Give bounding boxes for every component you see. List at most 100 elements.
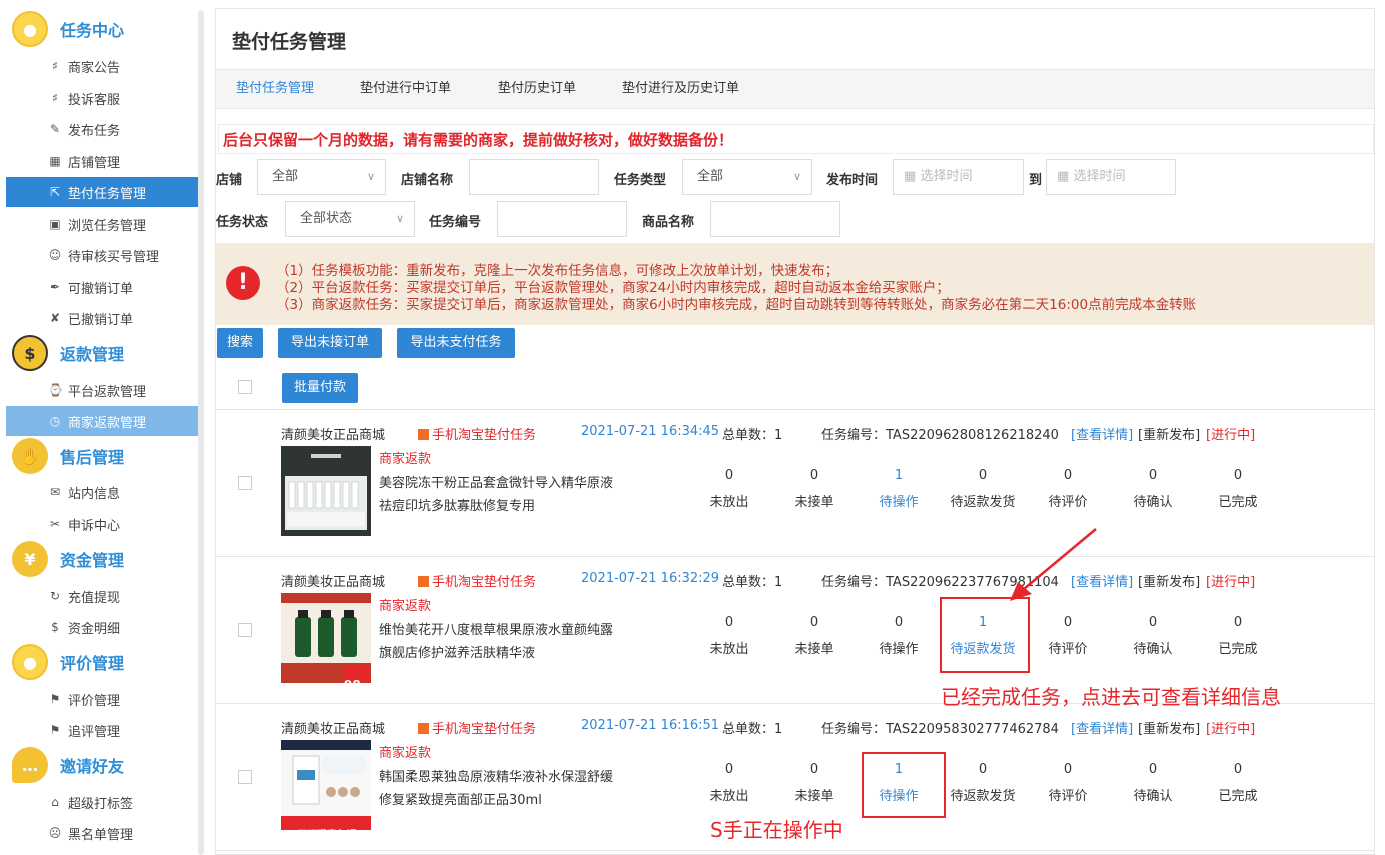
page-title: 垫付任务管理: [232, 31, 347, 53]
clock-icon: ◷: [49, 414, 61, 428]
sidebar-item-review-mgmt[interactable]: ⚑ 评价管理: [6, 684, 198, 714]
stat-unreleased: 0 未放出: [687, 615, 771, 657]
task-status-select-value: 全部状态: [300, 211, 353, 226]
status-badge: [进行中]: [1206, 428, 1256, 443]
sidebar-item-label: 黑名单管理: [68, 827, 134, 843]
sidebar-item-pending-accounts[interactable]: ☺ 待审核买号管理: [6, 240, 198, 270]
product-name-input[interactable]: [710, 201, 840, 237]
scissors-icon: ✂: [49, 517, 61, 531]
republish-link[interactable]: [重新发布]: [1138, 424, 1200, 443]
dollar-coin-icon: $: [12, 335, 48, 371]
view-detail-link[interactable]: [查看详情]: [1071, 718, 1133, 737]
stat-value: 0: [809, 468, 819, 483]
end-time-input[interactable]: ▦ 选择时间: [1046, 159, 1176, 195]
tab-prepaid-ongoing[interactable]: 垫付进行中订单: [360, 70, 451, 108]
taobao-icon: [418, 429, 429, 440]
sidebar-item-merchant-refund[interactable]: ◷ 商家返款管理: [6, 406, 198, 436]
sidebar-item-super-tag[interactable]: ⌂ 超级打标签: [6, 787, 198, 817]
sidebar-item-complaint[interactable]: ♯ 投诉客服: [6, 83, 198, 113]
section-aftersale[interactable]: ✋ 售后管理: [0, 438, 198, 474]
republish-link[interactable]: [重新发布]: [1138, 718, 1200, 737]
task-type: 手机淘宝垫付任务: [418, 424, 536, 443]
refund-type: 商家返款: [379, 599, 432, 614]
chat-bubble-icon: …: [12, 747, 48, 783]
end-time-placeholder: 选择时间: [1073, 169, 1126, 184]
sidebar-item-browse-tasks[interactable]: ▣ 浏览任务管理: [6, 209, 198, 239]
image-promo-badge: 30天不满意包退: [283, 830, 357, 841]
batch-pay-button[interactable]: 批量付款: [282, 373, 358, 403]
order-date: 2021-07-21 16:32:29: [581, 571, 720, 586]
order-date: 2021-07-21 16:16:51: [581, 718, 720, 733]
export-unaccepted-button[interactable]: 导出未接订单: [278, 328, 382, 358]
stat-value: 0: [809, 762, 819, 777]
order-checkbox[interactable]: [238, 623, 252, 637]
task-type-select[interactable]: 全部 ∨: [682, 159, 812, 195]
task-no-label: 任务编号: [429, 215, 482, 230]
stat-value: 0: [1233, 762, 1243, 777]
task-status-select[interactable]: 全部状态 ∨: [285, 201, 415, 237]
sidebar-item-revoked[interactable]: ✘ 已撤销订单: [6, 303, 198, 333]
stat-label: 未接单: [794, 789, 834, 804]
section-title: 售后管理: [60, 448, 125, 467]
product-name-line1: 美容院冻干粉正品套盒微针导入精华原液: [379, 476, 614, 491]
stat-pending-operation[interactable]: 1 待操作: [857, 468, 941, 510]
section-review[interactable]: ● 评价管理: [0, 644, 198, 680]
republish-link[interactable]: [重新发布]: [1138, 571, 1200, 590]
order-checkbox[interactable]: [238, 476, 252, 490]
shop-select[interactable]: 全部 ∨: [257, 159, 386, 195]
sidebar-item-label: 可撤销订单: [68, 281, 134, 297]
sidebar-item-fund-detail[interactable]: $ 资金明细: [6, 612, 198, 642]
section-title: 邀请好友: [60, 757, 125, 776]
sidebar-item-label: 已撤销订单: [68, 312, 134, 328]
cursor-icon: ⇱: [49, 185, 61, 199]
order-date: 2021-07-21 16:34:45: [581, 424, 720, 439]
sidebar-scrollbar[interactable]: [198, 10, 204, 855]
sidebar-item-label: 商家公告: [68, 60, 121, 76]
sidebar-item-merchant-notice[interactable]: ♯ 商家公告: [6, 51, 198, 81]
stat-label: 待操作: [879, 495, 919, 510]
stat-pending-review: 0 待评价: [1026, 468, 1110, 510]
image-price-badge: 98: [344, 678, 361, 692]
info-box: ! （1）任务模板功能：重新发布，克隆上一次发布任务信息，可修改上次放单计划，快…: [216, 243, 1374, 325]
product-image: [281, 593, 371, 683]
start-time-input[interactable]: ▦ 选择时间: [893, 159, 1024, 195]
stat-pending-confirm: 0 待确认: [1111, 762, 1195, 804]
stat-label: 未接单: [794, 495, 834, 510]
sidebar-item-recharge[interactable]: ↻ 充值提现: [6, 581, 198, 611]
sidebar-item-inbox[interactable]: ✉ 站内信息: [6, 477, 198, 507]
shop-select-value: 全部: [272, 169, 299, 184]
sidebar-item-revocable[interactable]: ✒ 可撤销订单: [6, 272, 198, 302]
stat-label: 待操作: [879, 642, 919, 657]
shop-name-input[interactable]: [469, 159, 599, 195]
sidebar-item-prepaid-tasks[interactable]: ⇱ 垫付任务管理: [6, 177, 198, 207]
task-type-label: 任务类型: [614, 173, 667, 188]
stat-completed: 0 已完成: [1196, 615, 1280, 657]
sidebar-item-label: 平台返款管理: [68, 384, 147, 400]
tab-prepaid-history[interactable]: 垫付历史订单: [498, 70, 576, 108]
search-button[interactable]: 搜索: [217, 328, 263, 358]
sidebar-item-blacklist[interactable]: ☹ 黑名单管理: [6, 818, 198, 848]
sidebar-item-followup-review[interactable]: ⚑ 追评管理: [6, 715, 198, 745]
section-refund[interactable]: $ 返款管理: [0, 335, 198, 371]
section-task-center[interactable]: ● 任务中心: [0, 11, 198, 47]
section-invite[interactable]: … 邀请好友: [0, 747, 198, 783]
stat-completed: 0 已完成: [1196, 468, 1280, 510]
order-row: 清颜美妆正品商城 手机淘宝垫付任务 2021-07-21 16:34:45 总单…: [216, 410, 1374, 557]
start-time-placeholder: 选择时间: [920, 169, 973, 184]
sidebar-item-appeal[interactable]: ✂ 申诉中心: [6, 509, 198, 539]
tab-prepaid-ongoing-history[interactable]: 垫付进行及历史订单: [622, 70, 739, 108]
home-icon: ⌂: [51, 795, 59, 809]
section-funds[interactable]: ¥ 资金管理: [0, 541, 198, 577]
task-no-input[interactable]: [497, 201, 627, 237]
export-unpaid-button[interactable]: 导出未支付任务: [397, 328, 515, 358]
view-detail-link[interactable]: [查看详情]: [1071, 424, 1133, 443]
stat-pending-refund: 0 待返款发货: [941, 762, 1025, 804]
order-checkbox[interactable]: [238, 770, 252, 784]
to-label: 到: [1029, 173, 1043, 188]
sidebar-item-publish-task[interactable]: ✎ 发布任务: [6, 114, 198, 144]
highlight-box-operating: [862, 752, 946, 818]
sidebar-item-shop[interactable]: ▦ 店铺管理: [6, 146, 198, 176]
tab-prepaid-tasks[interactable]: 垫付任务管理: [236, 70, 314, 108]
select-all-checkbox[interactable]: [238, 380, 252, 394]
sidebar-item-platform-refund[interactable]: ⌚ 平台返款管理: [6, 375, 198, 405]
